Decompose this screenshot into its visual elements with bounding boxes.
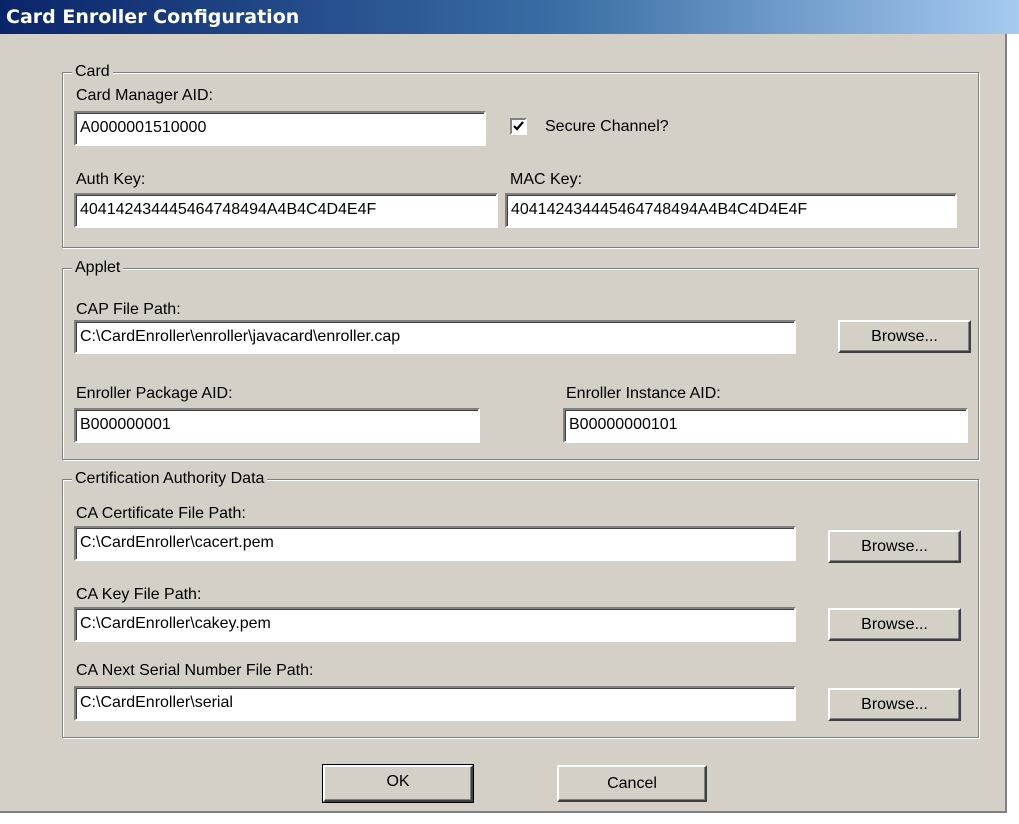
mac-key-input[interactable]: 404142434445464748494A4B4C4D4E4F xyxy=(505,193,957,228)
card-manager-aid-label: Card Manager AID: xyxy=(76,87,213,104)
ca-certificate-path-input[interactable]: C:\CardEnroller\cacert.pem xyxy=(74,526,796,561)
ca-serial-path-label: CA Next Serial Number File Path: xyxy=(76,662,314,679)
enroller-package-aid-input[interactable]: B000000001 xyxy=(74,408,480,443)
cap-file-path-label: CAP File Path: xyxy=(76,301,181,318)
cap-file-browse-button[interactable]: Browse... xyxy=(838,320,971,353)
ca-serial-browse-button[interactable]: Browse... xyxy=(828,688,961,721)
ca-serial-path-input[interactable]: C:\CardEnroller\serial xyxy=(74,686,796,721)
mac-key-label: MAC Key: xyxy=(510,171,583,188)
auth-key-input[interactable]: 404142434445464748494A4B4C4D4E4F xyxy=(74,193,498,228)
cap-file-path-input[interactable]: C:\CardEnroller\enroller\javacard\enroll… xyxy=(74,320,796,354)
title-bar[interactable]: Card Enroller Configuration xyxy=(0,0,1019,34)
enroller-instance-aid-input[interactable]: B00000000101 xyxy=(563,408,968,443)
auth-key-label: Auth Key: xyxy=(76,171,146,188)
secure-channel-checkbox[interactable] xyxy=(510,118,527,135)
applet-group-legend: Applet xyxy=(72,258,124,278)
check-icon xyxy=(513,121,524,131)
ca-certificate-browse-button[interactable]: Browse... xyxy=(828,530,961,563)
ca-key-path-input[interactable]: C:\CardEnroller\cakey.pem xyxy=(74,607,796,642)
certification-authority-legend: Certification Authority Data xyxy=(72,469,268,489)
ok-button[interactable]: OK xyxy=(322,764,474,803)
ca-key-path-label: CA Key File Path: xyxy=(76,586,202,603)
cancel-button[interactable]: Cancel xyxy=(557,765,707,802)
card-group-legend: Card xyxy=(72,62,113,82)
ca-certificate-path-label: CA Certificate File Path: xyxy=(76,505,246,522)
card-enroller-dialog: Card Enroller Configuration Card Card Ma… xyxy=(0,0,1019,813)
card-manager-aid-input[interactable]: A0000001510000 xyxy=(74,111,486,146)
enroller-instance-aid-label: Enroller Instance AID: xyxy=(566,385,721,402)
ca-key-browse-button[interactable]: Browse... xyxy=(828,608,961,641)
secure-channel-label[interactable]: Secure Channel? xyxy=(545,117,669,137)
enroller-package-aid-label: Enroller Package AID: xyxy=(76,385,233,402)
